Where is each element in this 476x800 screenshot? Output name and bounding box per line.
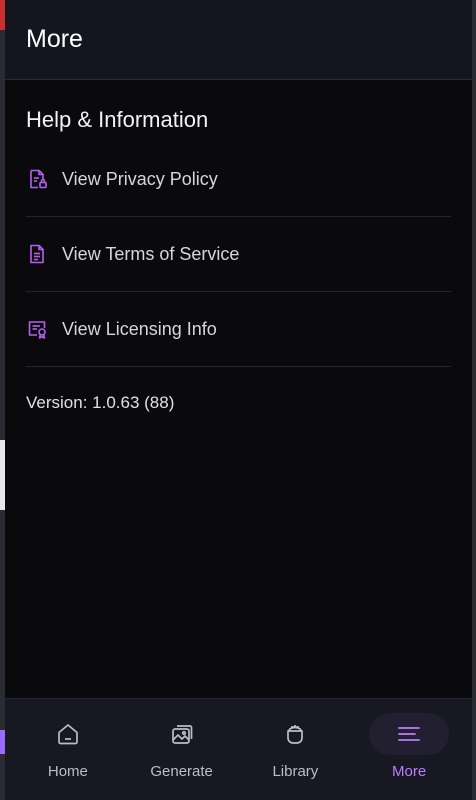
privacy-policy-icon: [26, 168, 48, 190]
document-icon: [26, 243, 48, 265]
top-app-bar: More: [5, 0, 472, 80]
more-content: Help & Information View Privacy Policy V…: [5, 104, 472, 413]
background-window-edge: [472, 0, 476, 800]
tab-generate[interactable]: Generate: [125, 713, 239, 800]
tab-label: Library: [272, 763, 319, 780]
bottom-navigation: Home Generate Library More: [5, 698, 472, 800]
privacy-policy-label: View Privacy Policy: [62, 168, 218, 189]
terms-of-service-item[interactable]: View Terms of Service: [26, 217, 451, 292]
license-certificate-icon: [26, 318, 48, 340]
tab-library[interactable]: Library: [239, 713, 353, 800]
privacy-policy-item[interactable]: View Privacy Policy: [26, 142, 451, 217]
tab-home[interactable]: Home: [11, 713, 125, 800]
tab-label: Home: [47, 763, 88, 780]
terms-of-service-label: View Terms of Service: [62, 243, 240, 264]
app-version: Version: 1.0.63 (88): [26, 393, 175, 412]
app-screen: More Help & Information View Privacy Pol…: [5, 0, 472, 800]
tab-more[interactable]: More: [352, 713, 466, 800]
licensing-info-item[interactable]: View Licensing Info: [26, 292, 451, 367]
page-title: More: [26, 25, 83, 53]
section-title: Help & Information: [26, 107, 209, 132]
library-icon: [255, 713, 335, 755]
home-icon: [28, 713, 108, 755]
licensing-info-label: View Licensing Info: [62, 318, 217, 339]
menu-icon: [369, 713, 450, 755]
tab-label: More: [392, 763, 427, 780]
tab-label: Generate: [150, 763, 213, 780]
images-icon: [142, 713, 222, 755]
